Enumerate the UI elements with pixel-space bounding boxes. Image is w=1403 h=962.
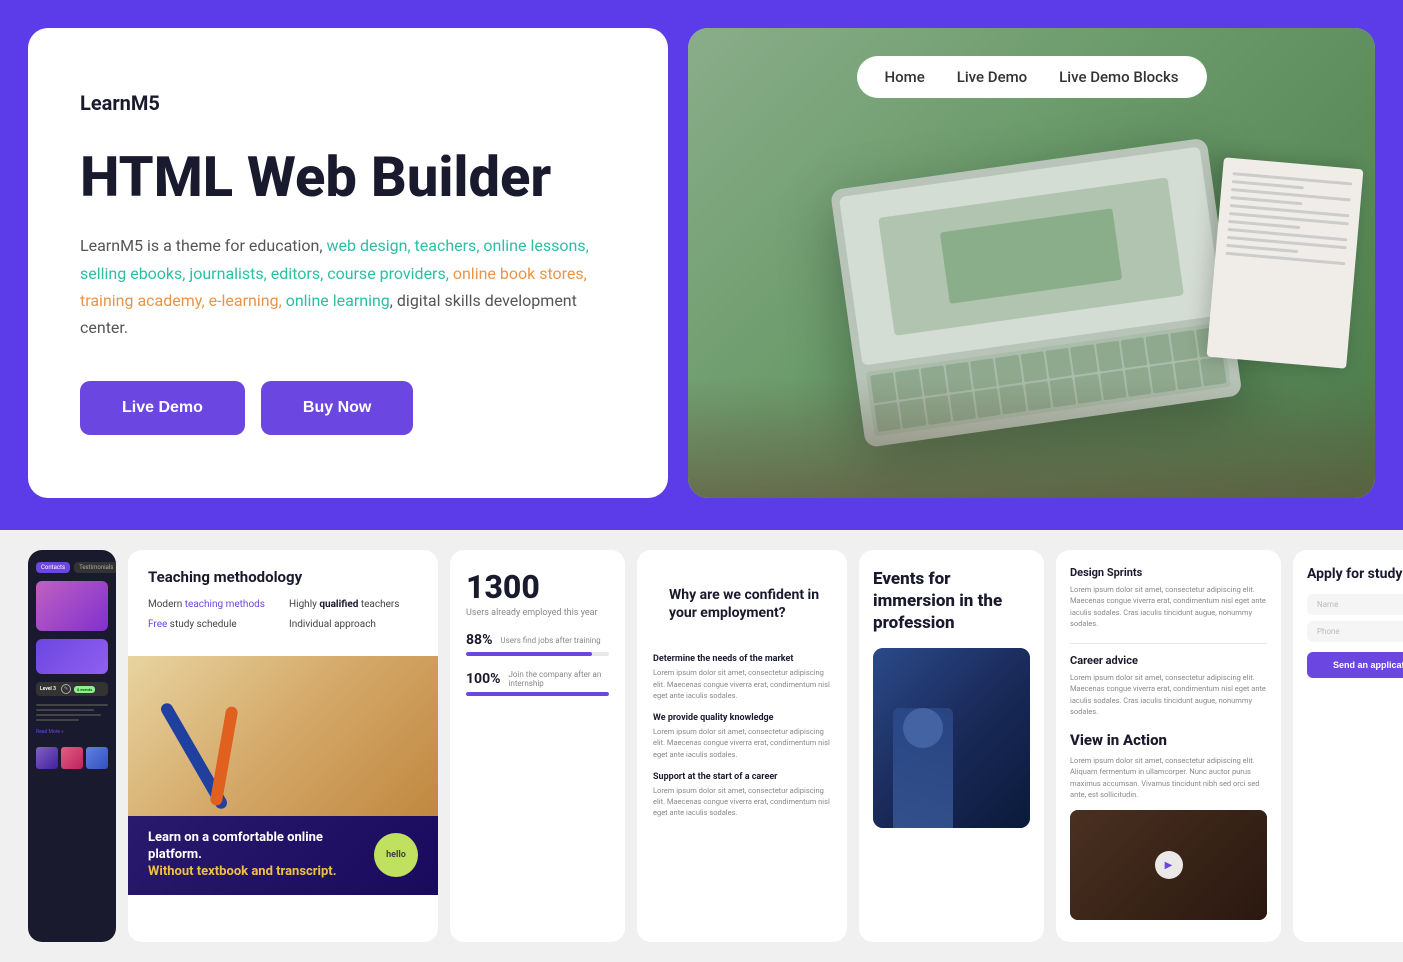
teaching-grid: Modern teaching methods Highly qualified… — [148, 598, 418, 632]
hero-card: LearnM5 HTML Web Builder LearnM5 is a th… — [28, 28, 668, 498]
live-demo-button[interactable]: Live Demo — [80, 381, 245, 435]
why-item-title-3: Support at the start of a career — [653, 772, 831, 782]
hero-buttons: Live Demo Buy Now — [80, 381, 616, 435]
why-title: Why are we confident in your employment? — [653, 568, 847, 640]
read-more-link[interactable]: Read More » — [36, 729, 108, 735]
view-action-section: View in Action Lorem ipsum dolor sit ame… — [1070, 731, 1267, 920]
tab-testimonials[interactable]: Testimonials — [74, 562, 116, 573]
buy-now-button[interactable]: Buy Now — [261, 381, 413, 435]
teaching-top: Teaching methodology Modern teaching met… — [128, 550, 438, 656]
mini-image-violet — [36, 639, 108, 674]
nav-live-demo[interactable]: Live Demo — [957, 68, 1027, 86]
apply-phone-field[interactable]: Phone — [1307, 621, 1403, 642]
teaching-title: Teaching methodology — [148, 568, 418, 586]
stat-bar-label-1: 88% Users find jobs after training — [466, 632, 609, 648]
design-text: Lorem ipsum dolor sit amet, consectetur … — [1070, 584, 1267, 629]
mini-image-purple — [36, 581, 108, 631]
career-section: Career advice Lorem ipsum dolor sit amet… — [1070, 654, 1267, 717]
hero-title: HTML Web Builder — [80, 147, 616, 209]
events-title: Events for immersion in the profession — [873, 568, 1030, 634]
events-image — [873, 648, 1030, 828]
why-item-3: Support at the start of a career Lorem i… — [653, 772, 831, 819]
apply-name-field[interactable]: Name — [1307, 594, 1403, 615]
stat-pct-2: 100% — [466, 671, 500, 687]
why-item-1: Determine the needs of the market Lorem … — [653, 654, 831, 701]
stat-bar-label-2: 100% Join the company after an internshi… — [466, 670, 609, 688]
stat-desc-2: Join the company after an internship — [508, 670, 609, 688]
level-desc-lines — [36, 704, 108, 721]
bottom-thumbnails — [36, 747, 108, 769]
career-text: Lorem ipsum dolor sit amet, consectetur … — [1070, 672, 1267, 717]
view-action-text: Lorem ipsum dolor sit amet, consectetur … — [1070, 755, 1267, 800]
view-action-title: View in Action — [1070, 731, 1267, 749]
tab-contacts[interactable]: Contacts — [36, 562, 70, 573]
why-item-title-2: We provide quality knowledge — [653, 713, 831, 723]
events-image-bg — [873, 648, 1030, 828]
teaching-item-2: Highly qualified teachers — [289, 598, 418, 612]
hero-image-card: Home Live Demo Live Demo Blocks — [688, 28, 1375, 498]
tab-row: Contacts Testimonials Help — [36, 562, 108, 573]
person-head — [903, 708, 943, 748]
hands-overlay — [688, 378, 1375, 498]
stat-bar-track-1 — [466, 652, 609, 656]
stat-bar-track-2 — [466, 692, 609, 696]
events-card: Events for immersion in the profession — [859, 550, 1044, 942]
stat-number-block: 1300 Users already employed this year — [466, 568, 609, 618]
stat-number-label: Users already employed this year — [466, 608, 609, 618]
stat-bar-1: 88% Users find jobs after training — [466, 632, 609, 656]
divider — [1070, 643, 1267, 644]
stat-bar-fill-2 — [466, 692, 609, 696]
teaching-card: Teaching methodology Modern teaching met… — [128, 550, 438, 942]
apply-card: Apply for study Name Phone Send an appli… — [1293, 550, 1403, 942]
why-item-text-2: Lorem ipsum dolor sit amet, consectetur … — [653, 726, 831, 760]
teaching-bottom: Learn on a comfortable online platform. … — [128, 816, 438, 895]
learn-text: Learn on a comfortable online platform. … — [148, 830, 362, 881]
stat-number: 1300 — [466, 568, 609, 606]
teaching-image-bg — [128, 656, 438, 816]
level-badge: Level 3 ✎ 8 events — [36, 682, 108, 696]
teaching-image — [128, 656, 438, 816]
why-item-text-1: Lorem ipsum dolor sit amet, consectetur … — [653, 667, 831, 701]
stats-card: 1300 Users already employed this year 88… — [450, 550, 625, 942]
design-title: Design Sprints — [1070, 566, 1267, 579]
apply-submit-button[interactable]: Send an application — [1307, 652, 1403, 678]
teaching-item-1: Modern teaching methods — [148, 598, 277, 612]
teaching-item-3: Free study schedule — [148, 618, 277, 632]
why-card: Why are we confident in your employment?… — [637, 550, 847, 942]
career-title: Career advice — [1070, 654, 1267, 667]
apply-title: Apply for study — [1307, 566, 1403, 582]
stat-bar-fill-1 — [466, 652, 592, 656]
learn-text-block: Learn on a comfortable online platform. … — [148, 830, 362, 881]
top-section: LearnM5 HTML Web Builder LearnM5 is a th… — [0, 0, 1403, 530]
hero-description: LearnM5 is a theme for education, web de… — [80, 232, 616, 341]
view-action-image[interactable]: ▶ — [1070, 810, 1267, 920]
hello-badge: hello — [374, 833, 418, 877]
navigation-pill: Home Live Demo Live Demo Blocks — [856, 56, 1206, 98]
events-badge: 8 events — [74, 686, 95, 693]
stat-bar-2: 100% Join the company after an internshi… — [466, 670, 609, 696]
nav-home[interactable]: Home — [884, 68, 924, 86]
level-text: Level 3 — [40, 686, 56, 692]
book-illustration — [1207, 157, 1364, 368]
stat-desc-1: Users find jobs after training — [500, 636, 600, 645]
design-section: Design Sprints Lorem ipsum dolor sit ame… — [1070, 566, 1267, 629]
play-button[interactable]: ▶ — [1155, 851, 1183, 879]
brand-name: LearnM5 — [80, 91, 616, 115]
nav-live-demo-blocks[interactable]: Live Demo Blocks — [1059, 68, 1178, 86]
teaching-item-4: Individual approach — [289, 618, 418, 632]
why-item-text-3: Lorem ipsum dolor sit amet, consectetur … — [653, 785, 831, 819]
why-item-2: We provide quality knowledge Lorem ipsum… — [653, 713, 831, 760]
design-card: Design Sprints Lorem ipsum dolor sit ame… — [1056, 550, 1281, 942]
bottom-section: Contacts Testimonials Help Level 3 ✎ 8 e… — [0, 530, 1403, 962]
why-item-title-1: Determine the needs of the market — [653, 654, 831, 664]
level-card: Contacts Testimonials Help Level 3 ✎ 8 e… — [28, 550, 116, 942]
stat-pct-1: 88% — [466, 632, 492, 648]
edit-icon[interactable]: ✎ — [61, 684, 71, 694]
hero-image — [688, 28, 1375, 498]
